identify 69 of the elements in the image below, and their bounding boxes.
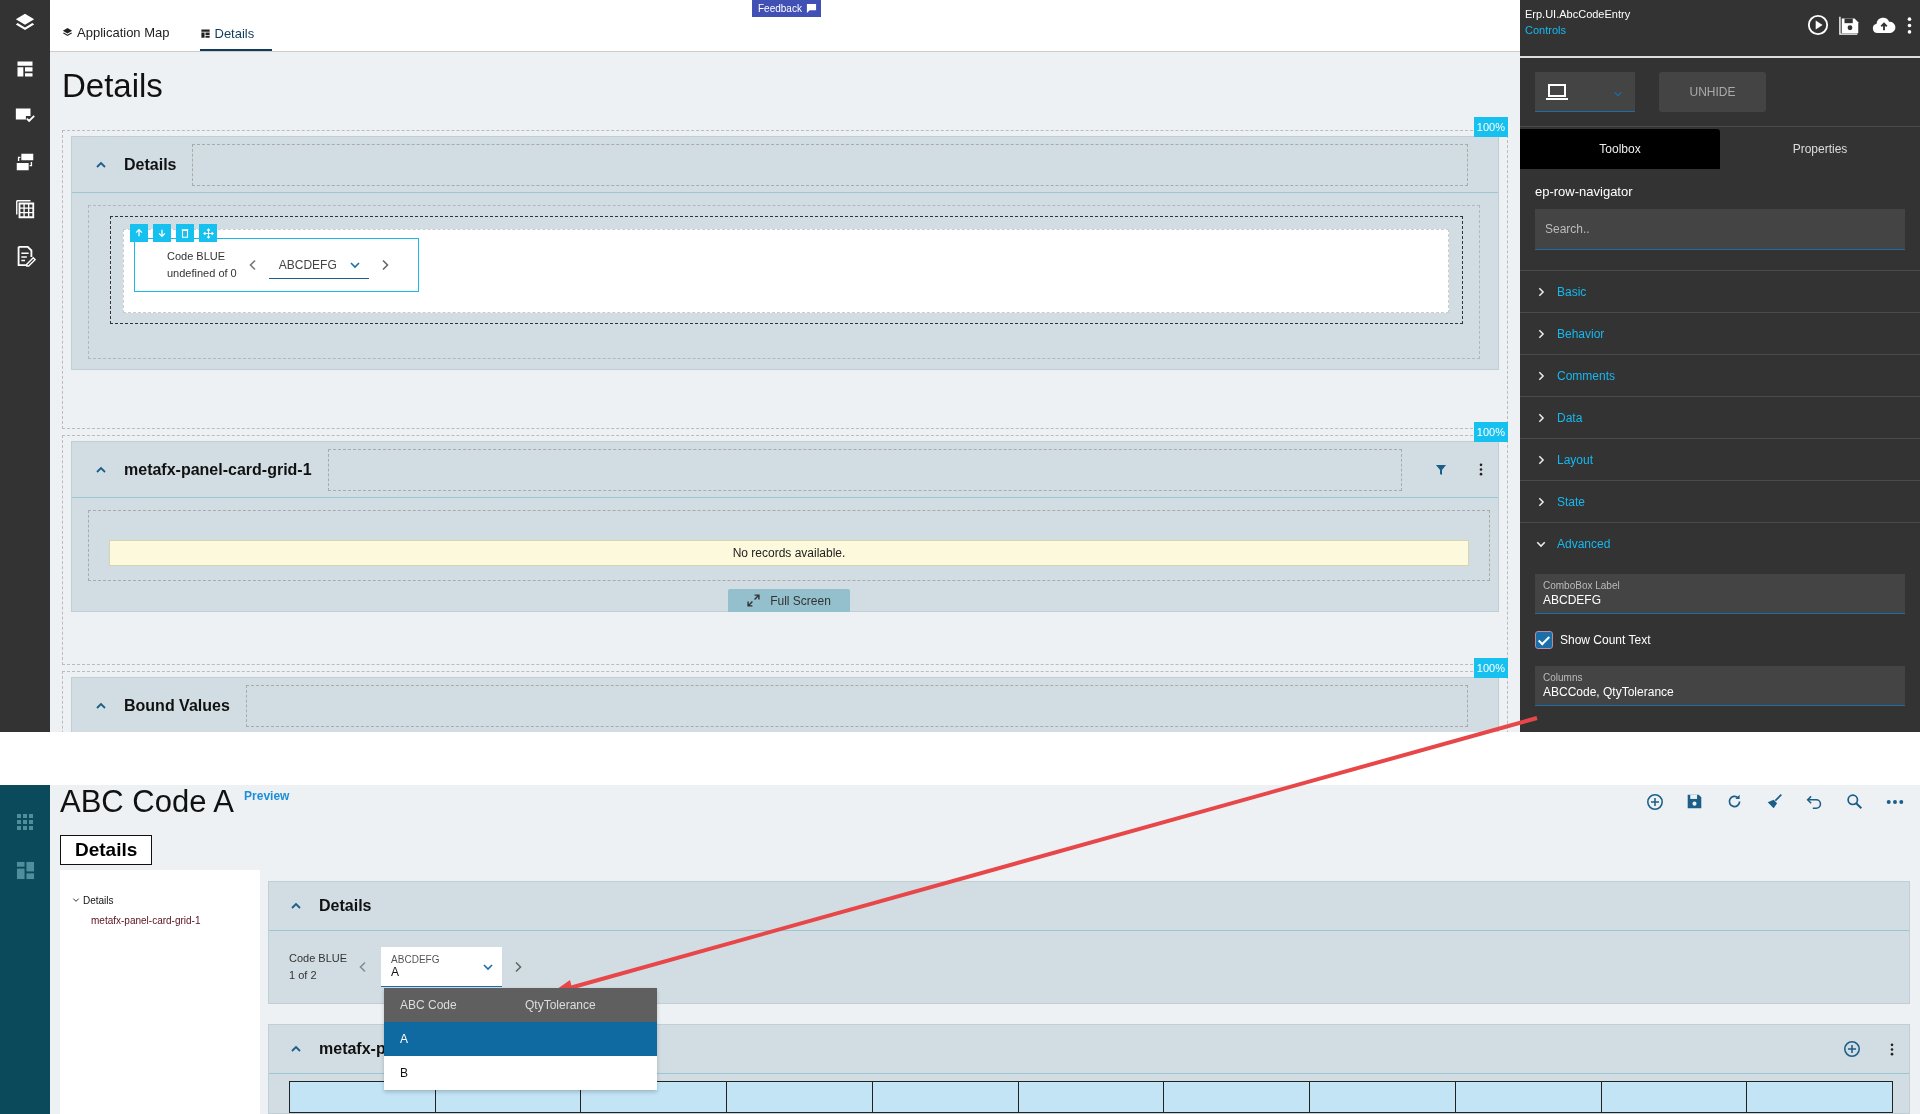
layout-icon [199, 28, 211, 39]
checkbox[interactable] [1535, 631, 1553, 649]
text-field[interactable]: Columns ABCCode, QtyTolerance [1535, 666, 1905, 706]
navigator-label: Code BLUE [167, 249, 227, 264]
combo-box[interactable]: ABCDEFG A [381, 947, 503, 987]
feedback-button[interactable]: Feedback [752, 0, 821, 17]
panel-title: metafx-p [319, 1040, 386, 1058]
search-field[interactable]: Search.. [1535, 209, 1905, 250]
panel-title: metafx-panel-card-grid-1 [124, 460, 312, 479]
panel-title: Details [124, 155, 177, 174]
caret-icon [482, 961, 495, 973]
tab[interactable]: Details [199, 26, 273, 51]
tab[interactable]: Details [60, 835, 153, 866]
tab[interactable]: Toolbox [1520, 129, 1720, 169]
tab[interactable]: Application Map [60, 25, 172, 51]
controls-link[interactable]: Controls [1525, 22, 1631, 38]
add-icon[interactable] [1645, 792, 1664, 811]
row-navigator[interactable]: Code BLUE undefined of 0 ABCDEFG [134, 238, 419, 292]
play-icon[interactable] [1807, 12, 1829, 38]
column-header: ABC Code [400, 998, 458, 1012]
section-header[interactable]: Behavior [1520, 313, 1920, 355]
tab[interactable]: Properties [1720, 129, 1920, 169]
full-screen-button[interactable]: Full Screen [728, 589, 850, 612]
page-title: ABC Code A [60, 785, 235, 821]
undo-icon[interactable] [1805, 793, 1824, 811]
empty-message: No records available. [109, 540, 1469, 566]
section-header[interactable]: Comments [1520, 355, 1920, 397]
section-header[interactable]: Basic [1520, 271, 1920, 313]
chat-bubble-icon [805, 3, 817, 14]
unhide-button[interactable]: UNHIDE [1659, 72, 1766, 112]
save-icon[interactable] [1685, 793, 1704, 811]
more-options-icon[interactable] [1885, 798, 1904, 805]
record-count: 1 of 2 [289, 968, 318, 983]
section-header[interactable]: Data [1520, 397, 1920, 439]
panel-title: Details [319, 897, 372, 915]
text-field[interactable]: ComboBox Label ABCDEFG [1535, 574, 1905, 614]
add-icon[interactable] [1841, 1040, 1863, 1058]
layers-icon [62, 27, 73, 38]
tree-item[interactable]: Details [72, 892, 260, 908]
section-header[interactable]: Advanced [1520, 523, 1920, 564]
tree-item[interactable]: metafx-panel-card-grid-1 [72, 912, 260, 928]
column-header: QtyTolerance [525, 998, 597, 1012]
search-icon[interactable] [1845, 793, 1864, 811]
expand-icon [747, 594, 761, 607]
component-name: ep-row-navigator [1534, 183, 1634, 201]
section-header[interactable]: State [1520, 481, 1920, 523]
dashboard-icon[interactable] [15, 861, 35, 880]
checkbox-label: Show Count Text [1560, 633, 1651, 647]
laptop-icon [1545, 82, 1569, 101]
app-grid-icon[interactable] [16, 813, 34, 831]
navigator-label: Code BLUE [289, 951, 348, 966]
record-count: undefined of 0 [167, 266, 237, 281]
table-icon[interactable] [14, 198, 36, 220]
dropdown-option[interactable]: B [384, 1056, 657, 1090]
workflow-icon[interactable] [14, 151, 36, 173]
section-header[interactable]: Layout [1520, 439, 1920, 481]
preview-label: Preview [244, 789, 290, 803]
scale-badge: 100% [1473, 658, 1508, 678]
app-name: Erp.UI.AbcCodeEntry [1525, 7, 1631, 22]
chevron-down-icon [72, 896, 80, 904]
combo-box[interactable]: ABCDEFG [268, 251, 369, 279]
scale-badge: 100% [1473, 422, 1508, 442]
device-select[interactable] [1535, 72, 1635, 112]
panel-title: Bound Values [124, 696, 230, 715]
layout-icon[interactable] [15, 59, 35, 79]
dropdown-option[interactable]: A [384, 1022, 657, 1056]
page-title: Details [62, 66, 164, 106]
scale-badge: 100% [1473, 117, 1508, 137]
broom-icon[interactable] [1765, 793, 1784, 811]
